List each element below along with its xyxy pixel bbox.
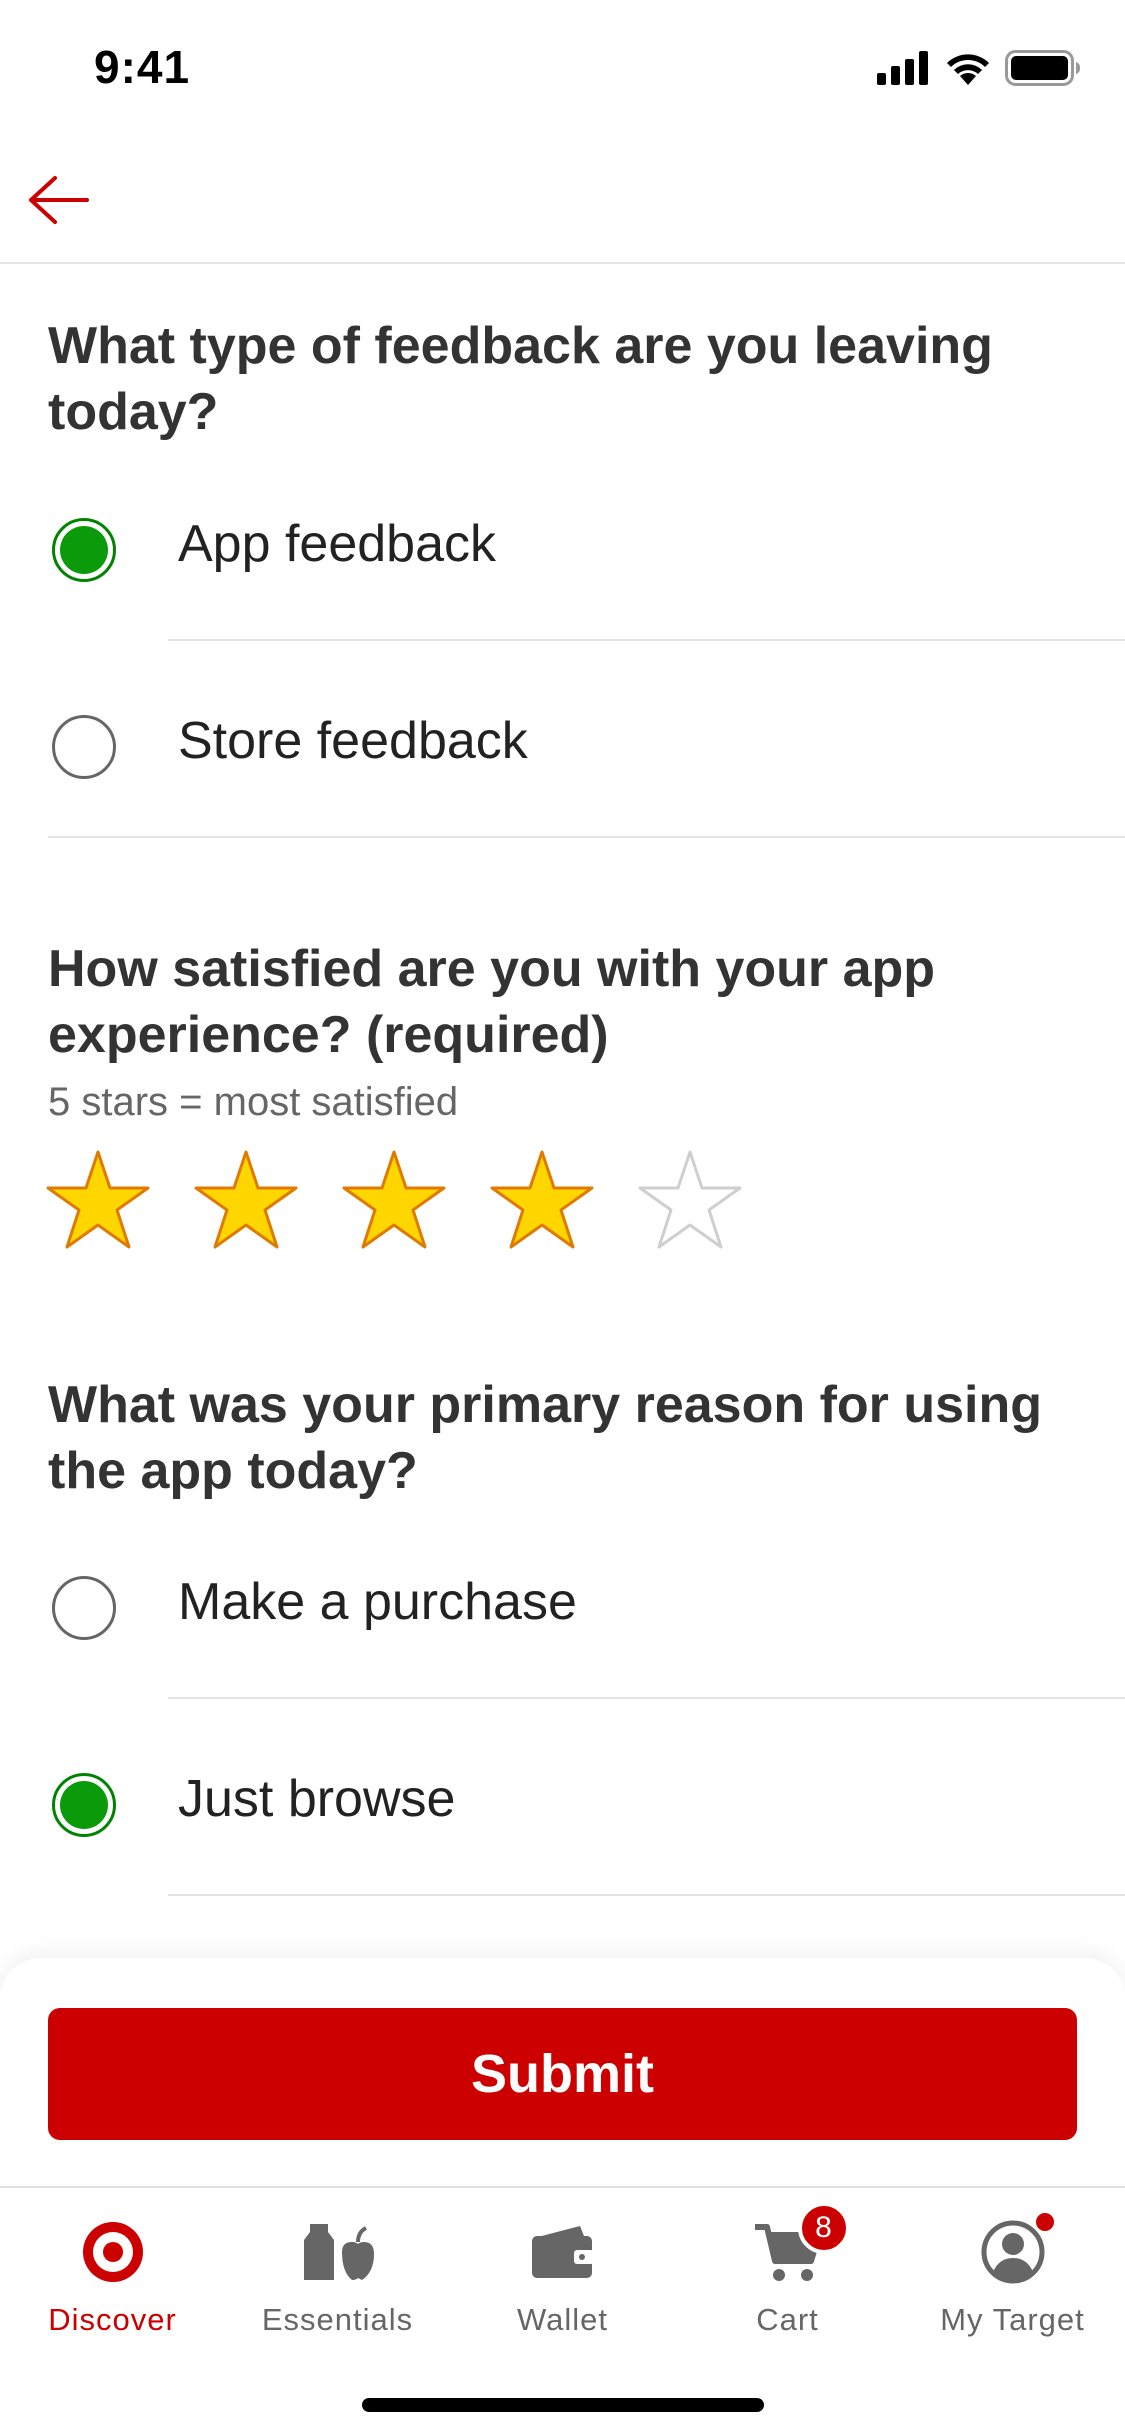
option-just-browse[interactable]: Just browse — [0, 1699, 1125, 1895]
nav-header — [0, 132, 1125, 264]
satisfaction-heading: How satisfied are you with your app expe… — [48, 940, 936, 1064]
option-label: Just browse — [178, 1770, 456, 1828]
status-bar: 9:41 — [0, 0, 1125, 132]
cellular-signal-icon — [877, 51, 928, 85]
section-divider — [48, 836, 1125, 838]
star-1-icon[interactable] — [44, 1148, 152, 1252]
star-rating — [44, 1148, 744, 1252]
tab-cart[interactable]: 8 Cart — [675, 2188, 900, 2348]
star-4-icon[interactable] — [488, 1148, 596, 1252]
tab-label: Discover — [48, 2302, 177, 2337]
tab-label: My Target — [940, 2302, 1085, 2337]
option-app-feedback[interactable]: App feedback — [0, 444, 1125, 640]
tab-wallet[interactable]: Wallet — [450, 2188, 675, 2348]
status-time: 9:41 — [94, 41, 191, 93]
cart-badge: 8 — [797, 2202, 850, 2254]
option-make-purchase[interactable]: Make a purchase — [0, 1502, 1125, 1698]
essentials-icon — [298, 2216, 378, 2288]
back-arrow-icon — [29, 176, 89, 224]
target-logo-icon — [73, 2216, 153, 2288]
status-icons — [877, 50, 1081, 86]
home-indicator — [362, 2398, 764, 2412]
wallet-icon — [523, 2216, 603, 2288]
star-5-icon[interactable] — [636, 1148, 744, 1252]
submit-sheet: Submit — [0, 1958, 1125, 2188]
tab-label: Wallet — [517, 2302, 608, 2337]
submit-button[interactable]: Submit — [48, 2008, 1077, 2140]
radio-store-feedback[interactable] — [52, 715, 116, 779]
tab-my-target[interactable]: My Target — [900, 2188, 1125, 2348]
cart-icon: 8 — [748, 2202, 850, 2288]
star-3-icon[interactable] — [340, 1148, 448, 1252]
tab-essentials[interactable]: Essentials — [225, 2188, 450, 2348]
notification-dot — [1032, 2210, 1057, 2234]
back-button[interactable] — [22, 170, 92, 230]
account-icon — [973, 2210, 1057, 2288]
tab-discover[interactable]: Discover — [0, 2188, 225, 2348]
tab-label: Essentials — [261, 2302, 414, 2337]
option-store-feedback[interactable]: Store feedback — [0, 641, 1125, 837]
star-2-icon[interactable] — [192, 1148, 300, 1252]
radio-just-browse[interactable] — [52, 1773, 116, 1837]
feedback-type-heading: What type of feedback are you leaving to… — [48, 317, 993, 441]
wifi-icon — [947, 54, 989, 85]
radio-app-feedback[interactable] — [52, 518, 116, 582]
option-label: App feedback — [178, 515, 497, 573]
option-label: Store feedback — [178, 712, 528, 770]
tab-label: Cart — [756, 2302, 819, 2337]
divider — [168, 1894, 1125, 1896]
radio-make-purchase[interactable] — [52, 1576, 116, 1640]
battery-icon — [1005, 50, 1080, 86]
reason-heading: What was your primary reason for using t… — [48, 1376, 1042, 1500]
option-label: Make a purchase — [178, 1573, 577, 1631]
satisfaction-subtitle: 5 stars = most satisfied — [48, 1080, 459, 1124]
